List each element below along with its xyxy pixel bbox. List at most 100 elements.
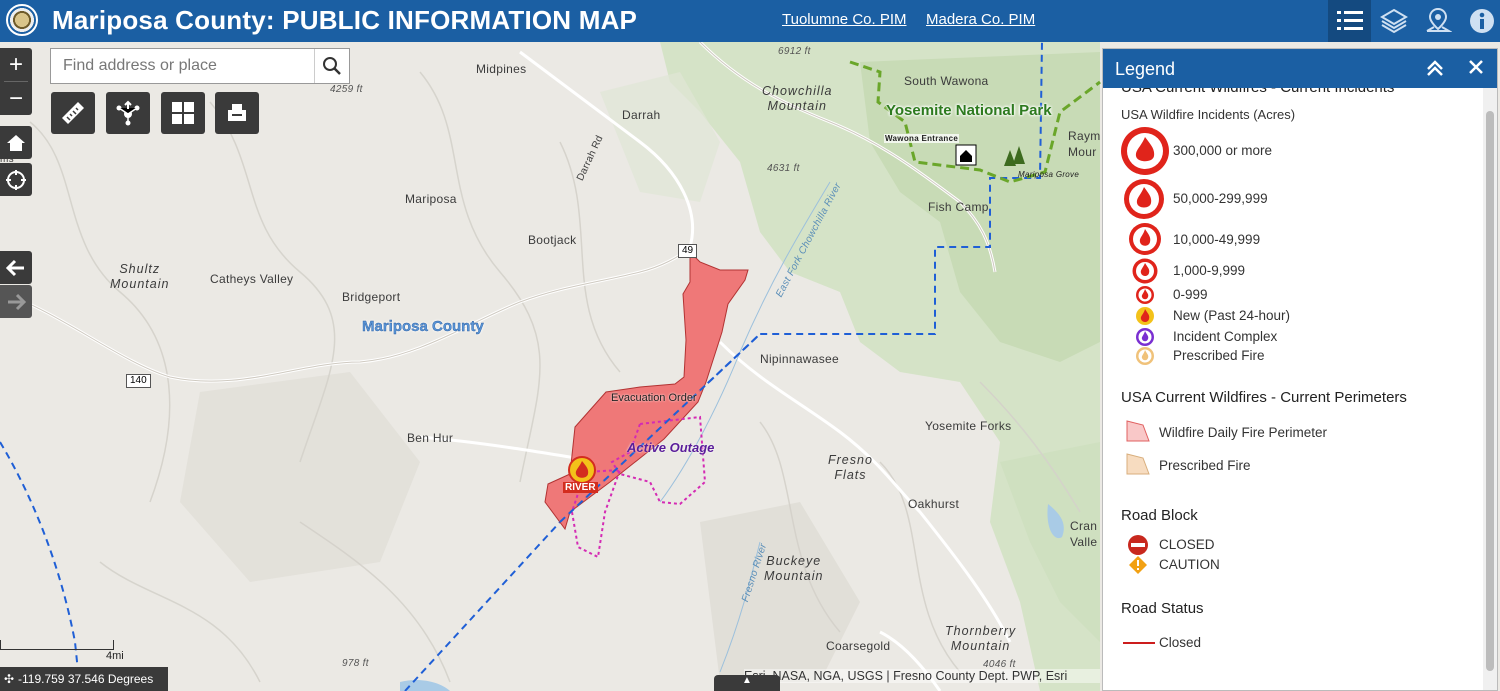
prescribed-fire-icon [1136,347,1154,365]
print-icon [228,104,246,121]
zoom-control: + − [0,48,32,115]
legend-subtitle: USA Wildfire Incidents (Acres) [1121,107,1296,122]
legend-item-label: Closed [1159,635,1202,650]
plus-icon: + [8,50,23,78]
collapse-button[interactable] [1425,58,1445,83]
search-button[interactable] [314,49,349,83]
fire-icon [1129,223,1161,255]
app-title: Mariposa County: PUBLIC INFORMATION MAP [52,5,638,35]
legend-scrollbar[interactable] [1483,88,1497,690]
place-label: Mariposa [405,192,457,206]
grid-icon [172,102,194,124]
fire-icon [1121,127,1169,175]
place-label: Fish Camp [928,200,989,214]
legend-content[interactable]: USA Current Wildfires - Current Incident… [1103,88,1485,690]
fire-icon [1124,179,1164,219]
elevation-label: 4259 ft [330,84,363,95]
list-button[interactable] [1328,0,1371,42]
home-button[interactable] [0,126,32,159]
legend-panel: Legend USA Current Wildfires - Current I… [1102,48,1498,691]
coordinate-readout[interactable]: ✣ -119.759 37.546 Degrees [0,667,168,691]
search-box [50,48,350,84]
layers-button[interactable] [1372,0,1415,42]
legend-item-label: 10,000-49,999 [1173,232,1261,247]
place-label: South Wawona [904,74,989,88]
chevron-double-up-icon [1427,60,1443,76]
zoom-in-button[interactable]: + [0,48,32,81]
road-closed-icon [1128,535,1148,555]
complex-fire-icon [1136,328,1154,346]
place-label: Mour [1068,145,1097,159]
search-input[interactable] [51,49,315,83]
caution-icon [1129,556,1147,574]
attribution-toggle[interactable]: ▲ [714,675,780,691]
zoom-out-button[interactable]: − [0,82,32,115]
back-button[interactable] [0,251,32,284]
scale-label: 4mi [106,650,124,662]
legend-title: Legend [1115,59,1176,79]
scale-bar [0,640,114,650]
minus-icon: − [8,84,23,112]
legend-item-label: 50,000-299,999 [1173,191,1268,206]
tuolumne-link[interactable]: Tuolumne Co. PIM [782,11,907,28]
place-label: Catheys Valley [210,272,294,286]
fire-incident-label[interactable]: RIVER [563,482,598,493]
place-label: Oakhurst [908,497,960,511]
map-pin-button[interactable] [1416,0,1459,42]
legend-item-label: Prescribed Fire [1173,348,1265,363]
measure-button[interactable] [51,92,95,134]
info-button[interactable] [1460,0,1500,42]
prescribed-perimeter-swatch [1126,453,1150,475]
place-label: Darrah [622,108,661,122]
new-fire-icon [1136,307,1154,325]
legend-item-label: 1,000-9,999 [1173,263,1246,278]
highway-shield: 49 [678,244,698,258]
share-button[interactable] [106,92,150,134]
closed-road-line-swatch [1123,642,1155,644]
legend-header: Legend [1103,49,1497,88]
list-icon [1336,11,1363,30]
place-label: Yosemite Forks [925,419,1012,433]
fire-icon [1132,258,1158,284]
place-label: Cran [1070,519,1098,533]
coordinates-text: -119.759 37.546 Degrees [18,672,154,686]
caret-up-icon: ▲ [742,675,752,686]
legend-item-label: Incident Complex [1173,329,1278,344]
crosshair-icon: ✣ [3,672,15,686]
forward-button[interactable] [0,285,32,318]
close-button[interactable] [1467,58,1485,81]
park-label: Yosemite National Park [886,102,1052,119]
basemap-gallery-button[interactable] [161,92,205,134]
search-icon [323,57,341,75]
legend-item-label: Prescribed Fire [1159,458,1251,473]
place-label: Nipinnawasee [760,352,839,366]
wawona-entrance-label: Wawona Entrance [884,134,960,143]
mountain-label: Fresno Flats [828,453,873,482]
close-icon [1469,60,1483,74]
arrow-left-icon [6,259,24,276]
evacuation-order-label: Evacuation Order [611,392,697,404]
legend-section-title: USA Current Wildfires - Current Perimete… [1121,389,1407,406]
crosshair-target-icon [6,169,26,190]
place-label: Coarsegold [826,639,891,653]
place-label: Valle [1070,535,1098,549]
print-button[interactable] [215,92,259,134]
legend-item-label: New (Past 24-hour) [1173,308,1291,323]
madera-link[interactable]: Madera Co. PIM [926,11,1035,28]
scrollbar-thumb[interactable] [1486,111,1494,671]
info-icon [1469,9,1494,33]
highway-shield: 140 [126,374,151,388]
legend-section-title: Road Block [1121,507,1198,524]
app-header: Mariposa County: PUBLIC INFORMATION MAP … [0,0,1500,42]
legend-item-label: 300,000 or more [1173,143,1273,158]
layers-icon [1379,8,1408,34]
elevation-label: 978 ft [342,658,369,669]
locate-button[interactable] [0,163,32,196]
share-nodes-icon [116,100,140,126]
place-label: Midpines [476,62,527,76]
county-seal-logo [6,4,38,36]
arrow-right-icon [8,293,26,310]
mountain-label: Chowchilla Mountain [762,84,833,113]
active-outage-label: Active Outage [627,440,715,455]
fire-perimeter-swatch [1126,420,1150,442]
